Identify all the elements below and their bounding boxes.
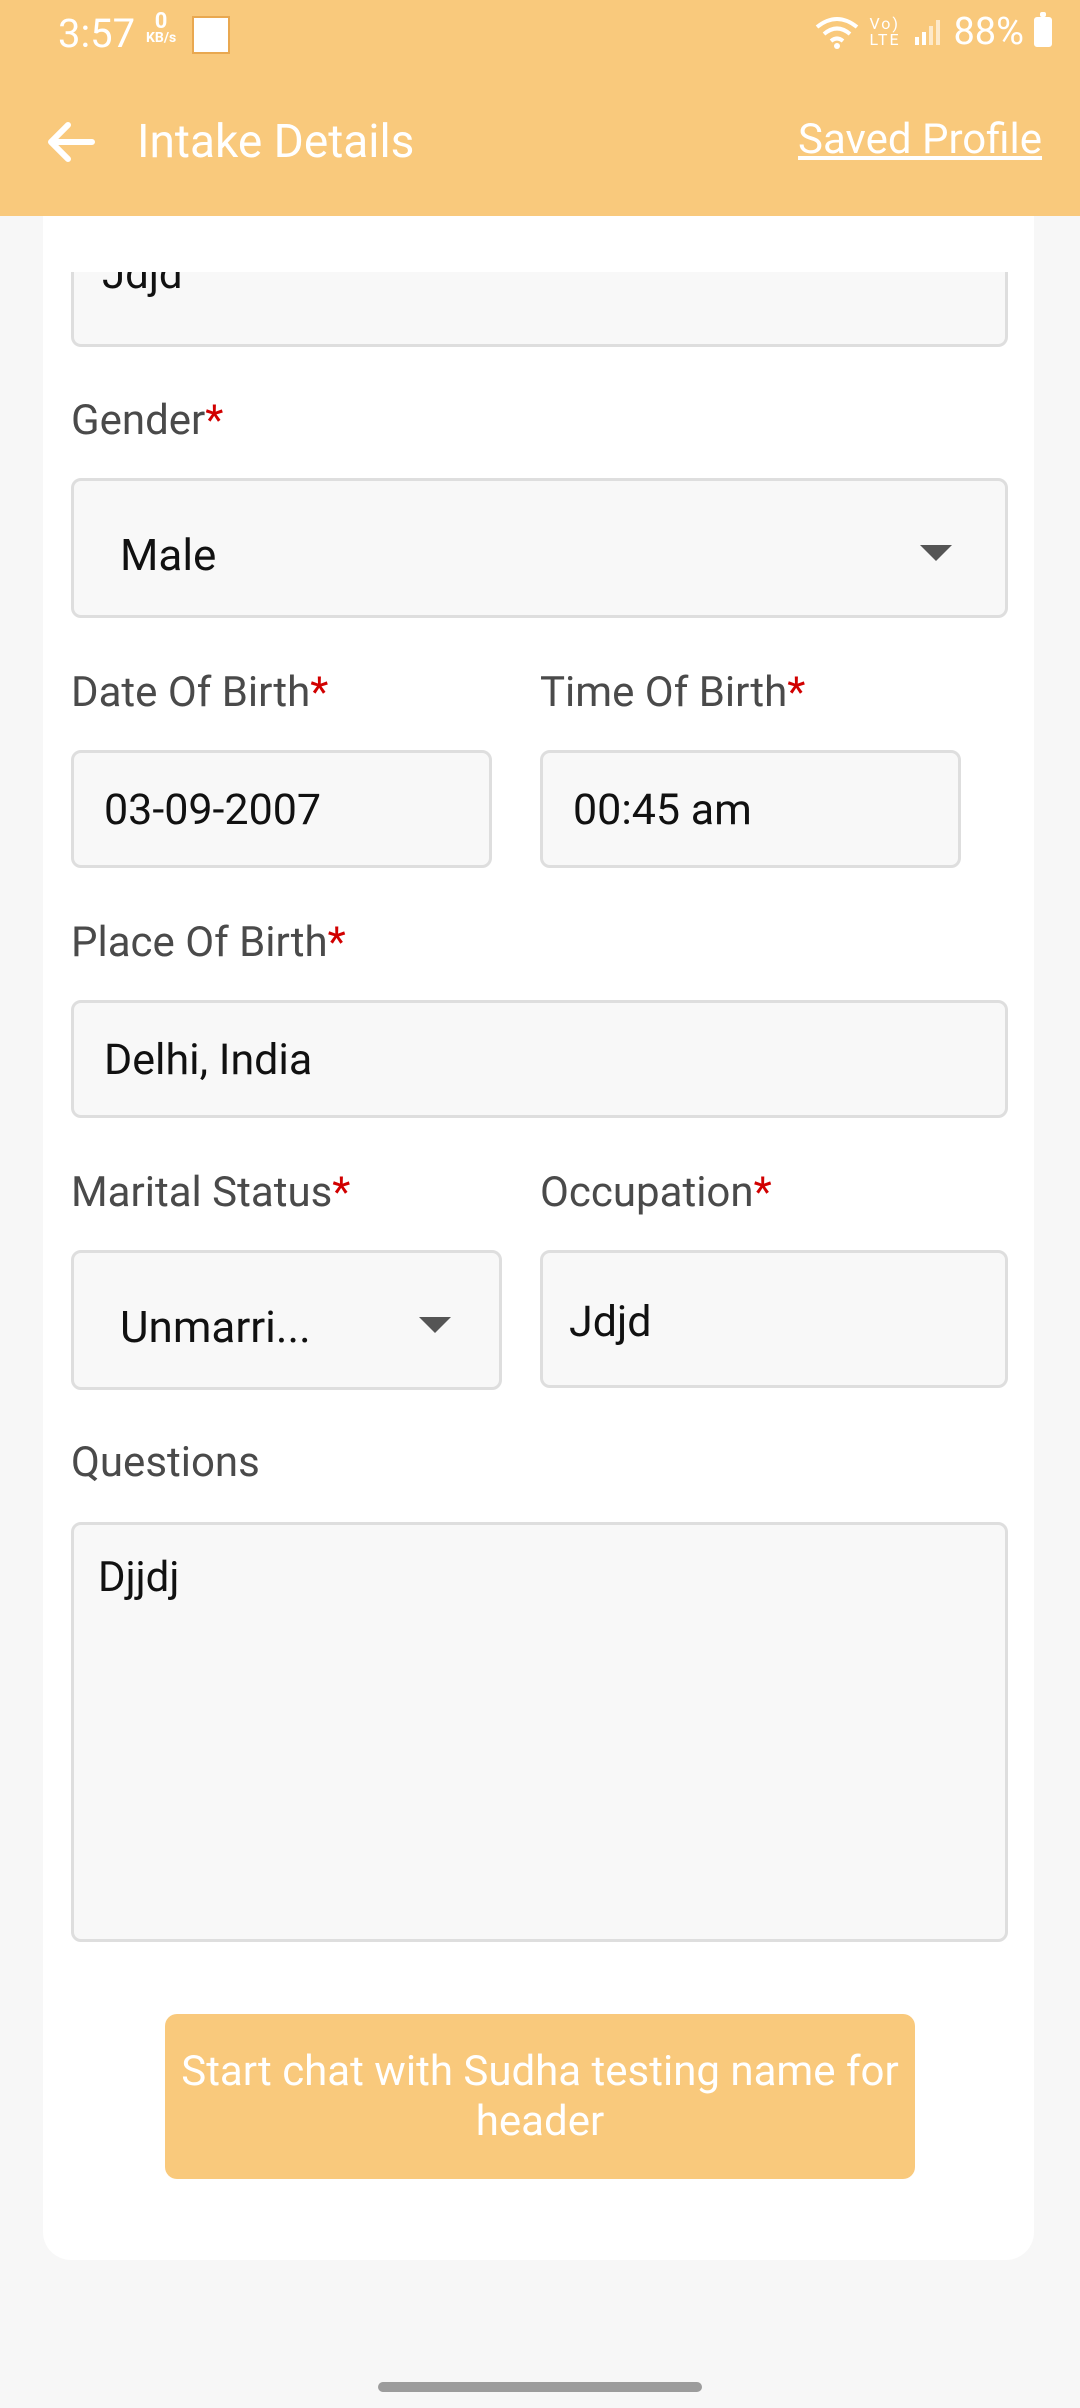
name-value: Jdjd (102, 272, 183, 299)
start-chat-button[interactable]: Start chat with Sudha testing name for h… (165, 2014, 915, 2179)
battery-percent: 88% (953, 10, 1024, 54)
battery-icon (1034, 12, 1052, 47)
saved-profile-link[interactable]: Saved Profile (798, 115, 1042, 164)
pob-value: Delhi, India (104, 1035, 313, 1085)
tob-field[interactable]: 00:45 am (540, 750, 961, 868)
occupation-label: Occupation* (540, 1168, 772, 1217)
wifi-icon (816, 17, 859, 49)
signal-icon (915, 20, 941, 45)
home-indicator[interactable] (378, 2382, 702, 2392)
required-mark: * (787, 668, 806, 717)
marital-value: Unmarri... (120, 1301, 311, 1353)
gender-label: Gender* (71, 396, 223, 445)
questions-value: Djjdj (98, 1553, 180, 1602)
questions-label: Questions (71, 1438, 260, 1487)
required-mark: * (327, 918, 346, 967)
status-time: 3:57 (58, 10, 136, 57)
marital-label-text: Marital Status (71, 1168, 333, 1217)
back-arrow-icon[interactable] (44, 116, 96, 168)
occupation-value: Jdjd (569, 1297, 652, 1347)
pob-field[interactable]: Delhi, India (71, 1000, 1008, 1118)
gender-value: Male (120, 529, 217, 581)
gender-select[interactable]: Male (71, 478, 1008, 618)
app-notification-icon (192, 16, 230, 54)
marital-label: Marital Status* (71, 1168, 350, 1217)
name-field[interactable]: Jdjd (71, 272, 1008, 347)
status-right: Vo) LTE 88% (815, 10, 1052, 54)
required-mark: * (753, 1168, 772, 1217)
chevron-down-icon (419, 1317, 451, 1333)
pob-label: Place Of Birth* (71, 918, 346, 967)
dob-label: Date Of Birth* (71, 668, 328, 717)
dob-value: 03-09-2007 (104, 785, 322, 835)
network-speed-value: 0 (154, 9, 168, 34)
tob-value: 00:45 am (573, 785, 752, 835)
tob-label: Time Of Birth* (540, 668, 805, 717)
gender-label-text: Gender (71, 396, 206, 445)
tob-label-text: Time Of Birth (540, 668, 788, 717)
app-bar: 3:57 0 KB/s Vo) LTE 88% Intake Details S… (0, 0, 1080, 216)
dob-label-text: Date Of Birth (71, 668, 311, 717)
required-mark: * (310, 668, 329, 717)
page-title: Intake Details (137, 115, 415, 169)
required-mark: * (205, 396, 224, 445)
occupation-label-text: Occupation (540, 1168, 754, 1217)
dob-field[interactable]: 03-09-2007 (71, 750, 492, 868)
status-bar: 3:57 0 KB/s Vo) LTE 88% (0, 0, 1080, 70)
pob-label-text: Place Of Birth (71, 918, 328, 967)
questions-textarea[interactable]: Djjdj (71, 1522, 1008, 1942)
occupation-field[interactable]: Jdjd (540, 1250, 1008, 1388)
lte-icon: Vo) LTE (869, 14, 901, 49)
network-speed: 0 KB/s (146, 9, 177, 47)
intake-form-card: Jdjd Gender* Male Date Of Birth* 03-09-2… (43, 216, 1034, 2260)
marital-status-select[interactable]: Unmarri... (71, 1250, 502, 1390)
chevron-down-icon (920, 545, 952, 561)
required-mark: * (332, 1168, 351, 1217)
network-speed-unit: KB/s (146, 30, 177, 46)
